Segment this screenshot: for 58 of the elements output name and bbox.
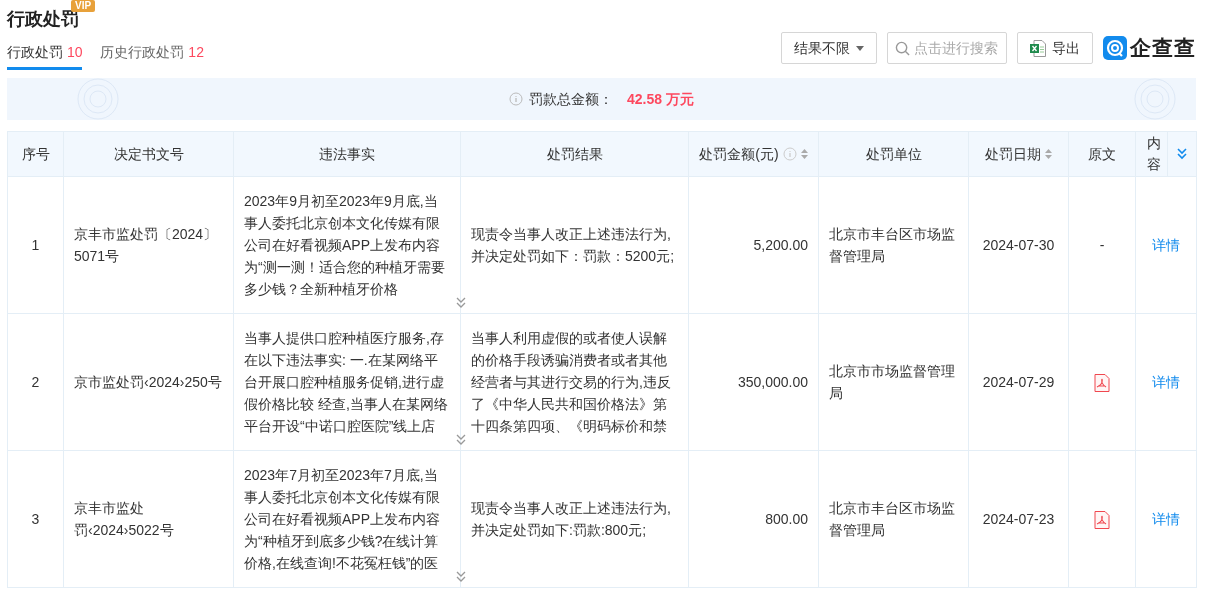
column-label: 原文 <box>1088 144 1116 164</box>
penalty-result: 现责令当事人改正上述违法行为,并决定处罚如下：罚款：5200元; <box>471 225 676 266</box>
penalty-date: 2024-07-23 <box>982 511 1055 527</box>
sort-icon[interactable] <box>800 148 808 160</box>
detail-link[interactable]: 详情 <box>1152 374 1180 390</box>
column-label: 处罚日期 <box>985 144 1041 164</box>
penalty-agency: 北京市丰台区市场监督管理局 <box>829 500 955 538</box>
total-fine-label: 罚款总金额： <box>529 89 614 109</box>
column-label: 决定书文号 <box>113 144 184 164</box>
filter-dropdown[interactable]: 结果不限 <box>781 32 877 64</box>
expand-icon[interactable] <box>1176 148 1188 160</box>
tab[interactable]: 行政处罚 10 <box>7 40 83 70</box>
export-button[interactable]: 导出 <box>1017 32 1093 64</box>
caret-icon <box>856 45 864 51</box>
pdf-icon[interactable] <box>1094 374 1110 393</box>
violation-facts: 2023年9月初至2023年9月底,当事人委托北京创本文化传媒有限公司在好看视频APP上发布内容为“测一测！适合您的种植牙需要多少钱？全新种植牙价格 <box>244 192 446 299</box>
column-label: 处罚单位 <box>865 144 922 164</box>
row-number: 1 <box>31 237 40 253</box>
pdf-icon[interactable] <box>1094 511 1110 530</box>
row-number: 3 <box>31 511 40 527</box>
fine-amount: 800.00 <box>765 511 808 527</box>
search-field[interactable]: 点击进行搜索 <box>887 32 1007 64</box>
penalty-result: 现责令当事人改正上述违法行为,并决定处罚如下:罚款:800元; <box>471 499 672 540</box>
penalty-agency: 北京市市场监督管理局 <box>829 363 955 401</box>
vip-badge: VIP <box>71 0 96 12</box>
row-number: 2 <box>31 374 40 390</box>
empty-value: - <box>1099 237 1105 253</box>
ring-drawing <box>77 78 119 120</box>
expand-icon[interactable] <box>455 297 467 309</box>
penalty-result: 当事人利用虚假的或者使人误解的价格手段诱骗消费者或者其他经营者与其进行交易的行为,违反了《中华人民共和国价格法》第十四条第四项、《明码标价和禁 <box>471 329 672 436</box>
document-number: 京市监处罚‹2024›250号 <box>74 374 222 390</box>
document-number: 京丰市监处罚〔2024〕5071号 <box>74 226 218 264</box>
column-label: 违法事实 <box>319 144 375 164</box>
penalty-agency: 北京市丰台区市场监督管理局 <box>829 226 955 264</box>
fine-amount: 5,200.00 <box>753 237 808 253</box>
info-icon <box>509 92 524 106</box>
total-fine-value: 42.58 万元 <box>627 89 694 109</box>
fine-amount: 350,000.00 <box>737 374 808 390</box>
violation-facts: 当事人提供口腔种植医疗服务,存在以下违法事实: 一.在某网络平台开展口腔种植服务促销,进行虚假价格比较 经查,当事人在某网络平台开设“中诺口腔医院”线上店 <box>244 329 449 436</box>
info-icon <box>782 147 797 161</box>
logo-icon <box>1103 36 1127 60</box>
document-number: 京丰市监处罚‹2024›5022号 <box>74 500 174 538</box>
tab[interactable]: 历史行政处罚 12 <box>100 40 204 70</box>
column-label: 处罚金额(元) <box>699 144 779 164</box>
detail-link[interactable]: 详情 <box>1152 511 1180 527</box>
column-label: 内容 <box>1145 134 1162 174</box>
column-label: 处罚结果 <box>546 144 603 164</box>
detail-link[interactable]: 详情 <box>1152 237 1180 253</box>
penalty-date: 2024-07-30 <box>982 237 1055 253</box>
expand-icon[interactable] <box>455 434 467 446</box>
expand-icon[interactable] <box>455 571 467 583</box>
spreadsheet-icon <box>1030 39 1046 57</box>
penalty-date: 2024-07-29 <box>982 374 1055 390</box>
violation-facts: 2023年7月初至2023年7月底,当事人委托北京创本文化传媒有限公司在好看视频APP上发布内容为“种植牙到底多少钱?在线计算价格,在线查询!不花冤枉钱”的医 <box>244 466 441 573</box>
brand-name: 企查查 <box>1130 35 1196 62</box>
column-label: 序号 <box>21 144 50 164</box>
ring-drawing <box>1134 78 1176 120</box>
sort-icon[interactable] <box>1045 148 1052 160</box>
